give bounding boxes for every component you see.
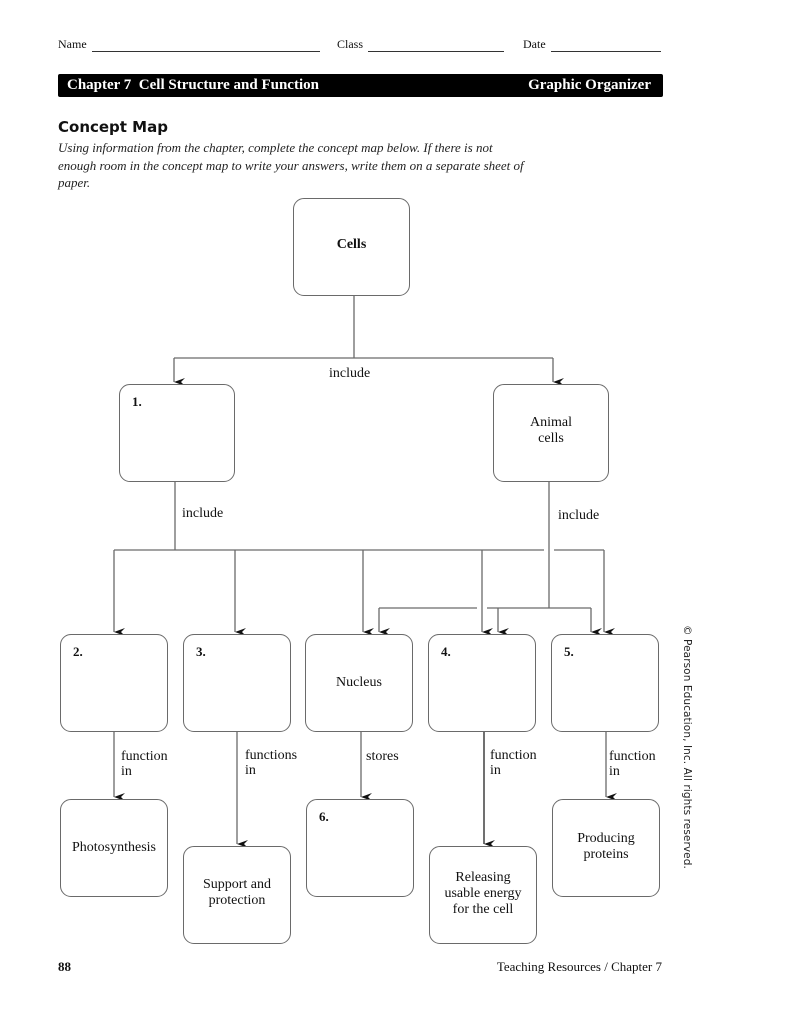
node-blank-6[interactable]: 6. — [306, 799, 414, 897]
node-animal-cells-text: Animal cells — [530, 415, 572, 446]
node-blank-3[interactable]: 3. — [183, 634, 291, 732]
node-support-text: Support and protection — [202, 877, 272, 908]
node-support-protection: Support and protection — [183, 846, 291, 944]
node-4-number: 4. — [441, 644, 451, 659]
node-blank-1[interactable]: 1. — [119, 384, 235, 482]
node-releasing-energy: Releasing usable energy for the cell — [429, 846, 537, 944]
node-animal-cells: Animal cells — [493, 384, 609, 482]
node-blank-5[interactable]: 5. — [551, 634, 659, 732]
link-label-animal-include: include — [558, 508, 600, 523]
node-nucleus: Nucleus — [305, 634, 413, 732]
node-photosynthesis-text: Photosynthesis — [71, 840, 156, 855]
node-5-number: 5. — [564, 644, 574, 659]
node-6-number: 6. — [319, 809, 329, 824]
link-label-box5-function: function in — [609, 749, 656, 779]
node-nucleus-text: Nucleus — [336, 675, 382, 690]
node-photosynthesis: Photosynthesis — [60, 799, 168, 897]
node-cells-text: Cells — [336, 237, 367, 252]
node-blank-4[interactable]: 4. — [428, 634, 536, 732]
node-blank-2[interactable]: 2. — [60, 634, 168, 732]
node-releasing-text: Releasing usable energy for the cell — [444, 870, 522, 917]
footer-source: Teaching Resources / Chapter 7 — [496, 959, 662, 974]
node-1-number: 1. — [132, 394, 142, 409]
node-producing-text: Producing proteins — [577, 831, 635, 862]
node-cells: Cells — [293, 198, 410, 296]
link-label-box2-function: function in — [121, 749, 168, 779]
link-label-nucleus-stores: stores — [366, 749, 399, 764]
link-label-cells-include: include — [329, 366, 371, 381]
node-2-number: 2. — [73, 644, 83, 659]
page-number: 88 — [58, 959, 71, 974]
node-producing-proteins: Producing proteins — [552, 799, 660, 897]
link-label-box3-function: functions in — [245, 748, 298, 778]
link-label-box4-function: function in — [490, 748, 537, 778]
copyright-notice: © Pearson Education, Inc. All rights res… — [681, 625, 693, 869]
node-3-number: 3. — [196, 644, 206, 659]
link-label-plant-include: include — [182, 506, 224, 521]
